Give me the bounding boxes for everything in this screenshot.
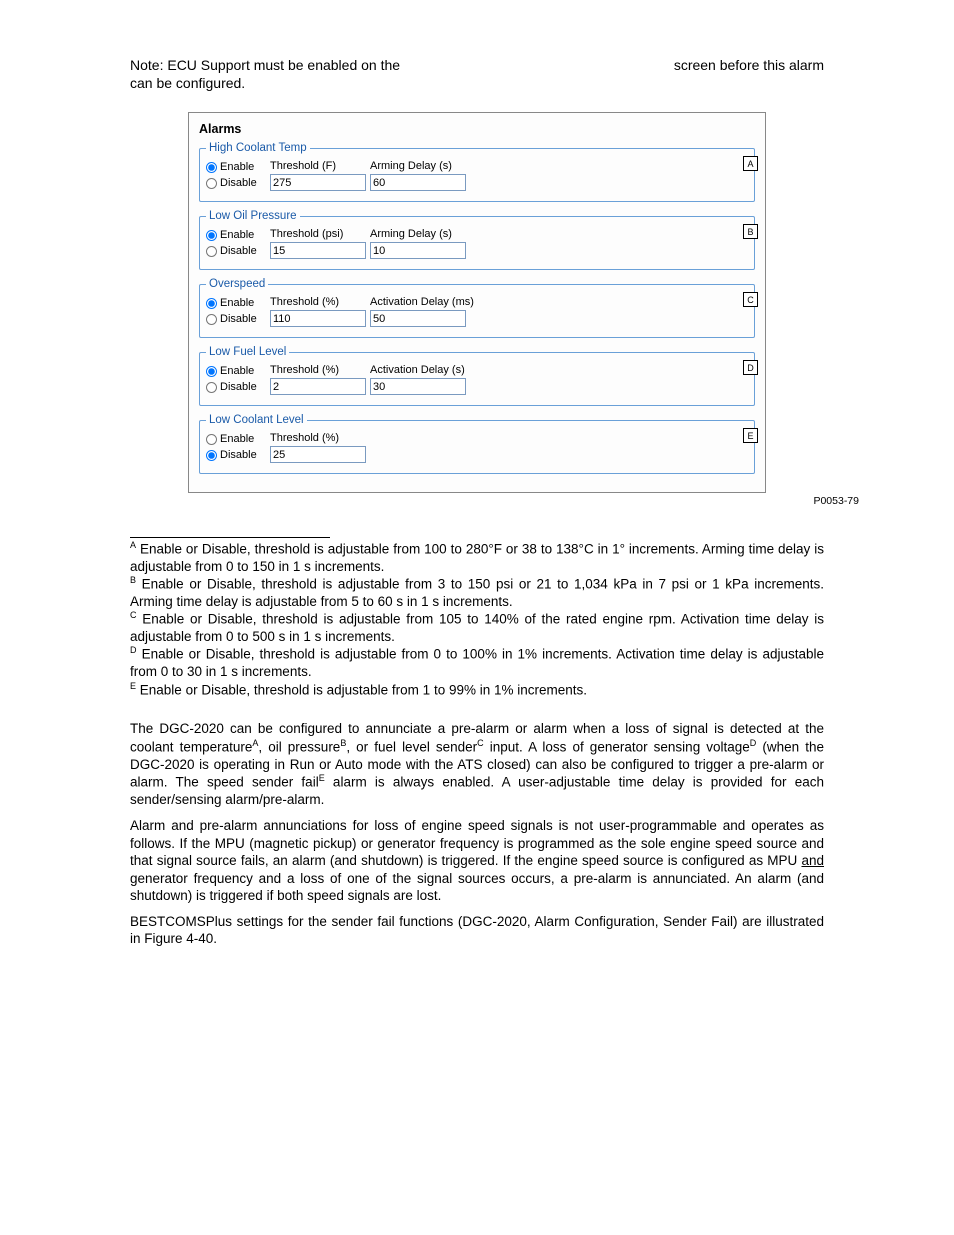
enable-radio[interactable]: Enable: [206, 229, 270, 241]
delay-input[interactable]: [370, 378, 466, 395]
enable-radio[interactable]: Enable: [206, 161, 270, 173]
callout-d: D: [743, 360, 758, 375]
threshold-label: Threshold (%): [270, 364, 339, 376]
footnotes-block: A Enable or Disable, threshold is adjust…: [130, 540, 824, 698]
enable-radio[interactable]: Enable: [206, 433, 270, 445]
disable-radio[interactable]: Disable: [206, 245, 270, 257]
alarms-panel: Alarms High Coolant Temp A Enable Disabl…: [188, 112, 766, 493]
threshold-input[interactable]: [270, 174, 366, 191]
group-low-fuel-level: Low Fuel Level D Enable Disable Threshol…: [199, 346, 755, 406]
delay-input[interactable]: [370, 242, 466, 259]
footnote-c: Enable or Disable, threshold is adjustab…: [130, 612, 824, 644]
threshold-input[interactable]: [270, 378, 366, 395]
footnote-separator: [130, 537, 330, 538]
threshold-label: Threshold (psi): [270, 228, 343, 240]
note-text: Note: ECU Support must be enabled on the…: [130, 56, 824, 92]
callout-c: C: [743, 292, 758, 307]
delay-label: Activation Delay (s): [370, 364, 465, 376]
footnote-b: Enable or Disable, threshold is adjustab…: [130, 577, 824, 609]
callout-b: B: [743, 224, 758, 239]
group-legend: High Coolant Temp: [206, 142, 310, 154]
threshold-label: Threshold (F): [270, 160, 336, 172]
delay-input[interactable]: [370, 310, 466, 327]
delay-label: Activation Delay (ms): [370, 296, 474, 308]
callout-a: A: [743, 156, 758, 171]
disable-radio[interactable]: Disable: [206, 449, 270, 461]
footnote-a: Enable or Disable, threshold is adjustab…: [130, 542, 824, 574]
disable-radio[interactable]: Disable: [206, 381, 270, 393]
threshold-input[interactable]: [270, 242, 366, 259]
footnote-e: Enable or Disable, threshold is adjustab…: [140, 682, 587, 697]
callout-e: E: [743, 428, 758, 443]
paragraph-bestcoms: BESTCOMSPlus settings for the sender fai…: [130, 913, 824, 948]
group-low-coolant-level: Low Coolant Level E Enable Disable Thres…: [199, 414, 755, 474]
figure-code: P0053-79: [813, 495, 859, 507]
paragraph-sender-fail: The DGC-2020 can be configured to annunc…: [130, 720, 824, 809]
threshold-label: Threshold (%): [270, 432, 339, 444]
enable-radio[interactable]: Enable: [206, 297, 270, 309]
disable-radio[interactable]: Disable: [206, 313, 270, 325]
panel-title: Alarms: [199, 122, 755, 136]
delay-label: Arming Delay (s): [370, 228, 452, 240]
group-legend: Overspeed: [206, 278, 268, 290]
note-text-right: screen before this alarm: [674, 56, 824, 74]
delay-input[interactable]: [370, 174, 466, 191]
threshold-label: Threshold (%): [270, 296, 339, 308]
disable-radio[interactable]: Disable: [206, 177, 270, 189]
enable-radio[interactable]: Enable: [206, 365, 270, 377]
group-overspeed: Overspeed C Enable Disable Threshold (%)…: [199, 278, 755, 338]
paragraph-speed-signal: Alarm and pre-alarm annunciations for lo…: [130, 817, 824, 905]
group-legend: Low Oil Pressure: [206, 210, 300, 222]
threshold-input[interactable]: [270, 446, 366, 463]
group-legend: Low Coolant Level: [206, 414, 307, 426]
threshold-input[interactable]: [270, 310, 366, 327]
footnote-d: Enable or Disable, threshold is adjustab…: [130, 647, 824, 679]
group-high-coolant-temp: High Coolant Temp A Enable Disable Thres…: [199, 142, 755, 202]
delay-label: Arming Delay (s): [370, 160, 452, 172]
group-legend: Low Fuel Level: [206, 346, 289, 358]
group-low-oil-pressure: Low Oil Pressure B Enable Disable Thresh…: [199, 210, 755, 270]
